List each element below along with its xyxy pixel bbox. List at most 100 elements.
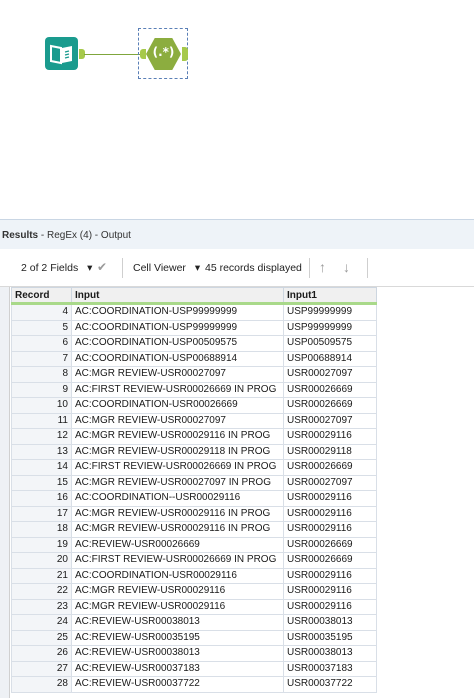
column-header-input1[interactable]: Input1 <box>283 287 377 305</box>
input1-cell[interactable]: USR00038013 <box>283 645 377 662</box>
workflow-canvas[interactable]: (.*) <box>0 0 474 218</box>
record-cell[interactable]: 16 <box>11 490 72 507</box>
record-cell[interactable]: 26 <box>11 645 72 662</box>
input-cell[interactable]: AC:COORDINATION-USR00029116 <box>71 567 284 584</box>
arrow-down-icon[interactable]: ↓ <box>343 259 350 275</box>
input-cell[interactable]: AC:FIRST REVIEW-USR00026669 IN PROG <box>71 552 284 569</box>
table-row[interactable]: 6 AC:COORDINATION-USP00509575 USP00509575 <box>11 335 377 352</box>
input-cell[interactable]: AC:REVIEW-USR00037183 <box>71 660 284 677</box>
table-row[interactable]: 23 AC:MGR REVIEW-USR00029116 USR00029116 <box>11 598 377 615</box>
input1-cell[interactable]: USP00688914 <box>283 350 377 367</box>
input1-cell[interactable]: USR00026669 <box>283 381 377 398</box>
input1-cell[interactable]: USR00037722 <box>283 676 377 693</box>
record-cell[interactable]: 11 <box>11 412 72 429</box>
input-cell[interactable]: AC:COORDINATION-USP99999999 <box>71 319 284 336</box>
input1-cell[interactable]: USR00037183 <box>283 660 377 677</box>
input1-cell[interactable]: USR00029116 <box>283 428 377 445</box>
input1-cell[interactable]: USR00029118 <box>283 443 377 460</box>
record-cell[interactable]: 9 <box>11 381 72 398</box>
connection-line[interactable] <box>84 54 141 55</box>
cell-viewer-dropdown[interactable]: Cell Viewer ▾ <box>133 262 200 274</box>
input1-cell[interactable]: USP99999999 <box>283 303 377 321</box>
input1-cell[interactable]: USR00029116 <box>283 598 377 615</box>
input1-cell[interactable]: USR00026669 <box>283 552 377 569</box>
input-cell[interactable]: AC:FIRST REVIEW-USR00026669 IN PROG <box>71 459 284 476</box>
arrow-up-icon[interactable]: ↑ <box>319 259 326 275</box>
input-cell[interactable]: AC:MGR REVIEW-USR00027097 <box>71 366 284 383</box>
table-row[interactable]: 11 AC:MGR REVIEW-USR00027097 USR00027097 <box>11 412 377 429</box>
record-cell[interactable]: 8 <box>11 366 72 383</box>
record-cell[interactable]: 10 <box>11 397 72 414</box>
input-cell[interactable]: AC:MGR REVIEW-USR00029116 IN PROG <box>71 428 284 445</box>
input1-cell[interactable]: USR00035195 <box>283 629 377 646</box>
record-cell[interactable]: 18 <box>11 521 72 538</box>
input-cell[interactable]: AC:COORDINATION-USP99999999 <box>71 303 284 321</box>
table-row[interactable]: 16 AC:COORDINATION--USR00029116 USR0002911… <box>11 490 377 507</box>
record-cell[interactable]: 27 <box>11 660 72 677</box>
record-cell[interactable]: 19 <box>11 536 72 553</box>
record-cell[interactable]: 13 <box>11 443 72 460</box>
record-cell[interactable]: 7 <box>11 350 72 367</box>
record-cell[interactable]: 22 <box>11 583 72 600</box>
table-row[interactable]: 8 AC:MGR REVIEW-USR00027097 USR00027097 <box>11 366 377 383</box>
table-row[interactable]: 27 AC:REVIEW-USR00037183 USR00037183 <box>11 660 377 677</box>
input-cell[interactable]: AC:MGR REVIEW-USR00027097 IN PROG <box>71 474 284 491</box>
input1-cell[interactable]: USR00029116 <box>283 567 377 584</box>
table-row[interactable]: 13 AC:MGR REVIEW-USR00029118 IN PROG USR00… <box>11 443 377 460</box>
column-header-input[interactable]: Input <box>71 287 284 305</box>
table-row[interactable]: 20 AC:FIRST REVIEW-USR00026669 IN PROG USR… <box>11 552 377 569</box>
table-row[interactable]: 25 AC:REVIEW-USR00035195 USR00035195 <box>11 629 377 646</box>
record-cell[interactable]: 23 <box>11 598 72 615</box>
input1-cell[interactable]: USP99999999 <box>283 319 377 336</box>
table-row[interactable]: 28 AC:REVIEW-USR00037722 USR00037722 <box>11 676 377 693</box>
input-cell[interactable]: AC:MGR REVIEW-USR00027097 <box>71 412 284 429</box>
input-cell[interactable]: AC:REVIEW-USR00035195 <box>71 629 284 646</box>
input-cell[interactable]: AC:FIRST REVIEW-USR00026669 IN PROG <box>71 381 284 398</box>
record-cell[interactable]: 17 <box>11 505 72 522</box>
table-row[interactable]: 22 AC:MGR REVIEW-USR00029116 USR00029116 <box>11 583 377 600</box>
record-cell[interactable]: 4 <box>11 303 72 321</box>
input1-cell[interactable]: USR00027097 <box>283 366 377 383</box>
input1-cell[interactable]: USR00027097 <box>283 412 377 429</box>
table-row[interactable]: 17 AC:MGR REVIEW-USR00029116 IN PROG USR00… <box>11 505 377 522</box>
input-cell[interactable]: AC:MGR REVIEW-USR00029116 IN PROG <box>71 505 284 522</box>
record-cell[interactable]: 21 <box>11 567 72 584</box>
column-header-record[interactable]: Record <box>11 287 72 305</box>
record-cell[interactable]: 14 <box>11 459 72 476</box>
input-cell[interactable]: AC:MGR REVIEW-USR00029116 <box>71 583 284 600</box>
input-cell[interactable]: AC:REVIEW-USR00038013 <box>71 614 284 631</box>
input-cell[interactable]: AC:COORDINATION--USR00029116 <box>71 490 284 507</box>
input-cell[interactable]: AC:MGR REVIEW-USR00029116 <box>71 598 284 615</box>
record-cell[interactable]: 6 <box>11 335 72 352</box>
table-row[interactable]: 26 AC:REVIEW-USR00038013 USR00038013 <box>11 645 377 662</box>
input1-cell[interactable]: USR00027097 <box>283 474 377 491</box>
table-row[interactable]: 24 AC:REVIEW-USR00038013 USR00038013 <box>11 614 377 631</box>
input-cell[interactable]: AC:COORDINATION-USR00026669 <box>71 397 284 414</box>
table-row[interactable]: 18 AC:MGR REVIEW-USR00029116 IN PROG USR00… <box>11 521 377 538</box>
record-cell[interactable]: 28 <box>11 676 72 693</box>
table-row[interactable]: 5 AC:COORDINATION-USP99999999 USP99999999 <box>11 319 377 336</box>
record-cell[interactable]: 5 <box>11 319 72 336</box>
input-cell[interactable]: AC:COORDINATION-USP00509575 <box>71 335 284 352</box>
table-row[interactable]: 14 AC:FIRST REVIEW-USR00026669 IN PROG USR… <box>11 459 377 476</box>
input1-cell[interactable]: USR00029116 <box>283 583 377 600</box>
check-icon[interactable]: ✔ <box>97 260 107 274</box>
table-row[interactable]: 12 AC:MGR REVIEW-USR00029116 IN PROG USR00… <box>11 428 377 445</box>
record-cell[interactable]: 20 <box>11 552 72 569</box>
input-cell[interactable]: AC:REVIEW-USR00038013 <box>71 645 284 662</box>
record-cell[interactable]: 24 <box>11 614 72 631</box>
results-grid[interactable]: Record Input Input1 4 AC:COORDINATION-USP… <box>11 287 377 693</box>
input1-cell[interactable]: USR00029116 <box>283 521 377 538</box>
input1-cell[interactable]: USR00026669 <box>283 397 377 414</box>
input-data-tool[interactable] <box>45 37 78 70</box>
table-row[interactable]: 4 AC:COORDINATION-USP99999999 USP99999999 <box>11 303 377 321</box>
input-cell[interactable]: AC:MGR REVIEW-USR00029116 IN PROG <box>71 521 284 538</box>
input-cell[interactable]: AC:REVIEW-USR00037722 <box>71 676 284 693</box>
input1-cell[interactable]: USR00029116 <box>283 505 377 522</box>
table-row[interactable]: 21 AC:COORDINATION-USR00029116 USR00029116 <box>11 567 377 584</box>
input1-cell[interactable]: USP00509575 <box>283 335 377 352</box>
input1-cell[interactable]: USR00038013 <box>283 614 377 631</box>
input-cell[interactable]: AC:COORDINATION-USP00688914 <box>71 350 284 367</box>
record-cell[interactable]: 25 <box>11 629 72 646</box>
input1-cell[interactable]: USR00029116 <box>283 490 377 507</box>
